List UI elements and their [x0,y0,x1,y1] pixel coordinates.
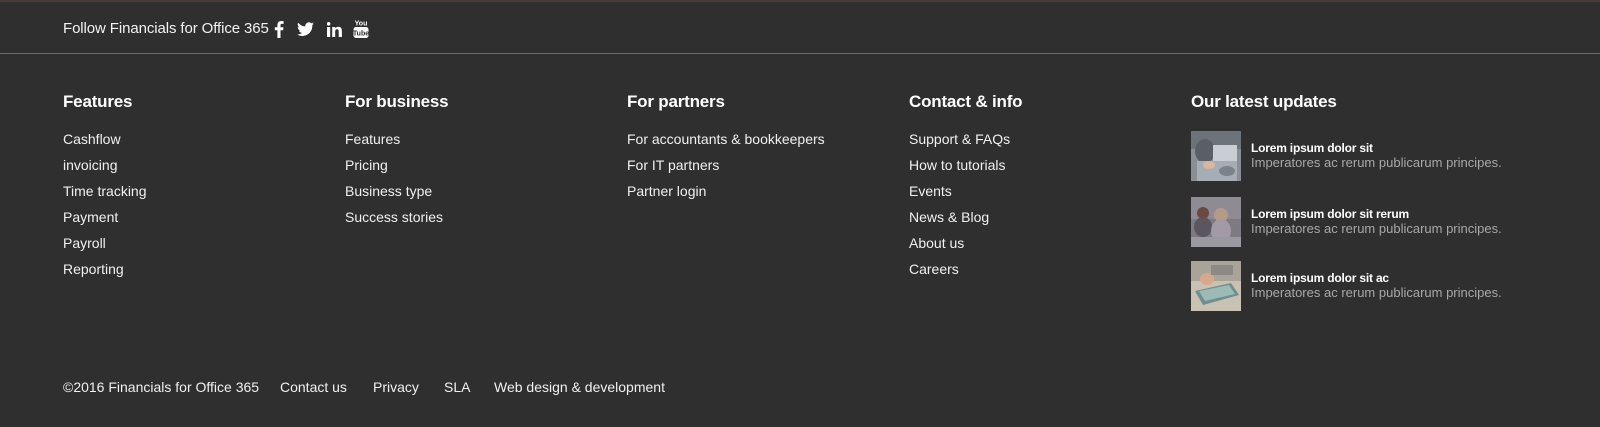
features-link-time-tracking[interactable]: Time tracking [63,183,147,209]
features-link-payment[interactable]: Payment [63,209,147,235]
contact-link-about-us[interactable]: About us [909,235,1022,261]
business-link-features[interactable]: Features [345,131,448,157]
update-description: Imperatores ac rerum publicarum principe… [1251,221,1502,236]
partners-link-accountants[interactable]: For accountants & bookkeepers [627,131,825,157]
business-link-pricing[interactable]: Pricing [345,157,448,183]
features-link-payroll[interactable]: Payroll [63,235,147,261]
features-link-invoicing[interactable]: invoicing [63,157,147,183]
contact-link-careers[interactable]: Careers [909,261,1022,287]
bottom-link-web-design[interactable]: Web design & development [494,379,665,395]
bottom-link-sla[interactable]: SLA [444,379,470,395]
contact-link-news-blog[interactable]: News & Blog [909,209,1022,235]
contact-column: Contact & info Support & FAQs How to tut… [909,92,1023,287]
update-description: Imperatores ac rerum publicarum principe… [1251,155,1502,170]
update-thumbnail-image [1191,131,1241,181]
partners-column: For partners For accountants & bookkeepe… [627,92,825,209]
contact-link-tutorials[interactable]: How to tutorials [909,157,1022,183]
update-thumbnail-image [1191,197,1241,247]
bottom-link-contact-us[interactable]: Contact us [280,379,347,395]
partners-heading: For partners [627,92,725,111]
business-heading: For business [345,92,449,111]
bottom-link-privacy[interactable]: Privacy [373,379,419,395]
features-heading: Features [63,92,133,111]
partners-link-it-partners[interactable]: For IT partners [627,157,825,183]
business-link-business-type[interactable]: Business type [345,183,448,209]
update-thumbnail-image [1191,261,1241,311]
linkedin-icon[interactable] [325,18,343,40]
youtube-icon[interactable]: You Tube [353,18,369,40]
update-item[interactable]: Lorem ipsum dolor sit ac Imperatores ac … [1191,261,1531,311]
follow-bar: Follow Financials for Office 365 You Tub… [0,2,1600,54]
update-title[interactable]: Lorem ipsum dolor sit [1251,141,1373,155]
features-link-cashflow[interactable]: Cashflow [63,131,147,157]
update-item[interactable]: Lorem ipsum dolor sit Imperatores ac rer… [1191,131,1531,181]
business-column: For business Features Pricing Business t… [345,92,449,235]
updates-column: Our latest updates [1191,92,1337,112]
features-column: Features Cashflow invoicing Time trackin… [63,92,147,287]
follow-text: Follow Financials for Office 365 [63,20,269,37]
update-item[interactable]: Lorem ipsum dolor sit rerum Imperatores … [1191,197,1531,247]
updates-heading: Our latest updates [1191,92,1337,111]
update-description: Imperatores ac rerum publicarum principe… [1251,285,1502,300]
twitter-icon[interactable] [296,18,314,40]
contact-heading: Contact & info [909,92,1023,111]
business-link-success-stories[interactable]: Success stories [345,209,448,235]
update-title[interactable]: Lorem ipsum dolor sit ac [1251,271,1389,285]
contact-link-support[interactable]: Support & FAQs [909,131,1022,157]
svg-text:Tube: Tube [353,31,369,38]
update-title[interactable]: Lorem ipsum dolor sit rerum [1251,207,1409,221]
svg-text:You: You [355,21,368,28]
contact-link-events[interactable]: Events [909,183,1022,209]
features-link-reporting[interactable]: Reporting [63,261,147,287]
facebook-icon[interactable] [272,18,286,40]
partners-link-partner-login[interactable]: Partner login [627,183,825,209]
copyright-text: ©2016 Financials for Office 365 [63,379,260,395]
